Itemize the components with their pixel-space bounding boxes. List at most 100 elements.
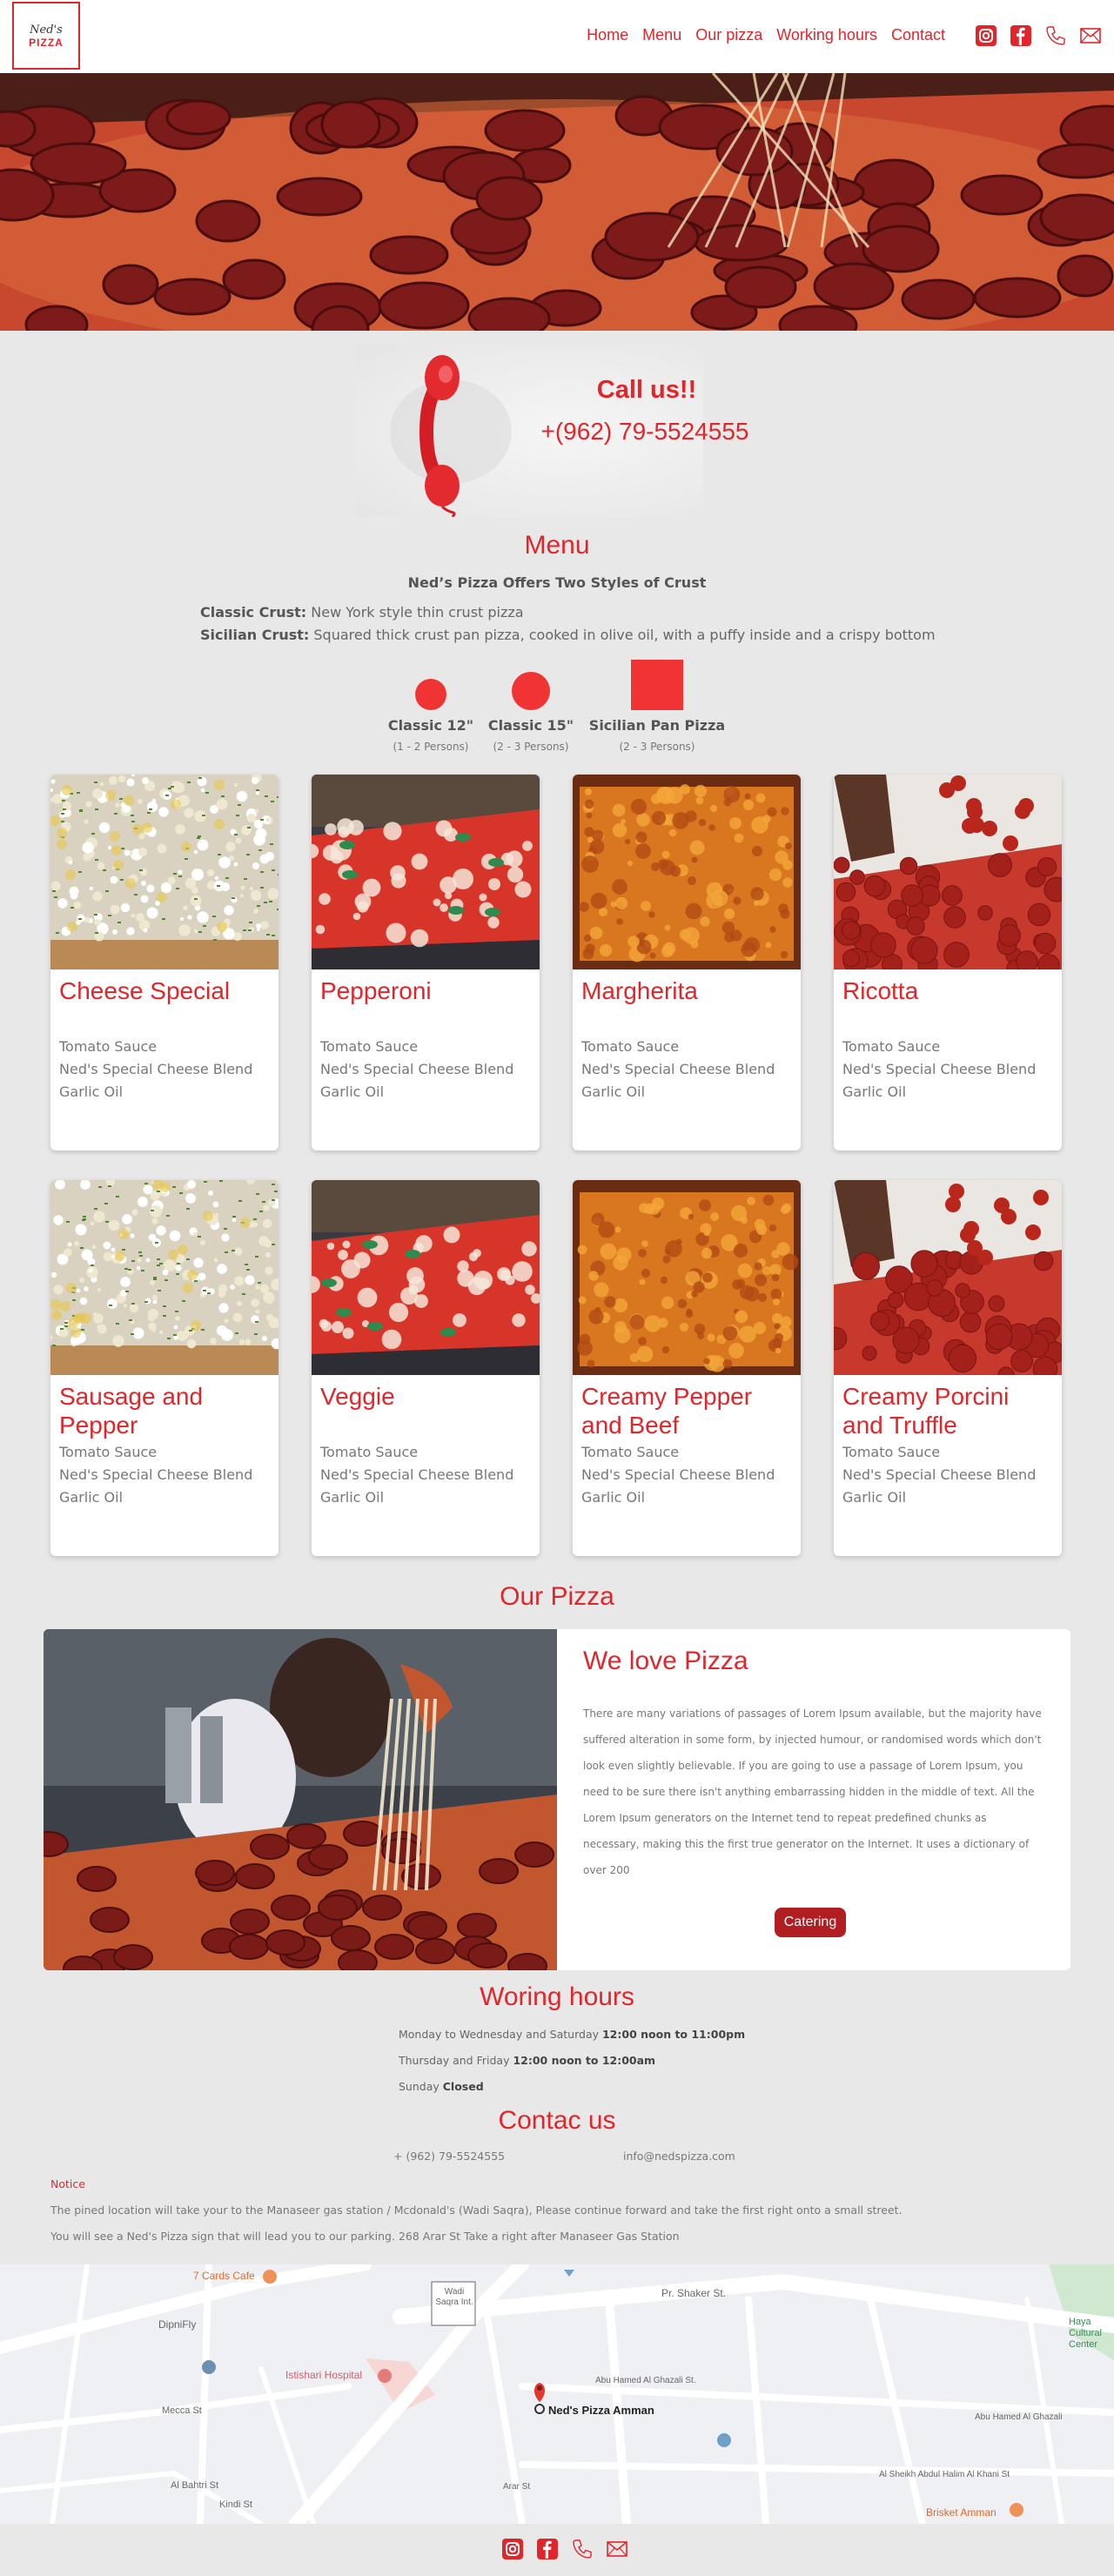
pizza-card[interactable]: Creamy Pepper and Beef Tomato Sauce Ned's … — [573, 1180, 801, 1556]
map-label: Mecca St — [162, 2405, 202, 2416]
size-persons: (2 - 3 Persons) — [619, 741, 695, 753]
pizza-name: Ricotta — [842, 977, 919, 1004]
pizza-ingredient: Tomato Sauce — [581, 1444, 680, 1460]
crust-desc: New York style thin crust pizza — [306, 604, 524, 621]
pizza-ingredient: Garlic Oil — [320, 1083, 385, 1100]
nav-social-icons — [975, 24, 1102, 47]
map-label: Haya Cultural Center — [1069, 2317, 1102, 2350]
size-circle-small-icon — [415, 679, 446, 710]
nav-working-hours[interactable]: Working hours — [776, 26, 877, 44]
pizza-card[interactable]: Margherita Tomato Sauce Ned's Special Chee… — [573, 775, 801, 1150]
hours-line: Thursday and Friday 12:00 noon to 12:00a… — [399, 2054, 655, 2067]
pizza-ingredient: Ned's Special Cheese Blend — [842, 1466, 1037, 1483]
crust-desc: Squared thick crust pan pizza, cooked in… — [309, 627, 936, 643]
mail-icon[interactable] — [1079, 24, 1102, 47]
contact-email[interactable]: info@nedspizza.com — [623, 2150, 735, 2163]
pizza-photo — [573, 775, 801, 969]
pizza-card[interactable]: Cheese Special Tomato Sauce Ned's Special … — [50, 775, 278, 1150]
logo-line1: Ned's — [30, 23, 63, 37]
notice-text: The pined location will take your to the… — [50, 2204, 903, 2217]
notice-label: Notice — [50, 2177, 85, 2190]
crust-sicilian: Sicilian Crust: Squared thick crust pan … — [200, 627, 936, 643]
pizza-card[interactable]: Ricotta Tomato Sauce Ned's Special Cheese … — [834, 775, 1062, 1150]
nav-home[interactable]: Home — [587, 26, 628, 44]
logo[interactable]: Ned's PIZZA — [12, 2, 80, 70]
catering-button[interactable]: Catering — [775, 1908, 846, 1937]
nav-our-pizza[interactable]: Our pizza — [695, 26, 762, 44]
phone-icon[interactable] — [1044, 24, 1067, 47]
map-label: Abu Hamed Al Ghazali St. — [595, 2376, 696, 2385]
map-label: Abu Hamed Al Ghazali — [975, 2412, 1063, 2422]
hours-days: Thursday and Friday — [399, 2054, 513, 2067]
facebook-icon[interactable] — [1010, 24, 1032, 47]
pizza-card[interactable]: Veggie Tomato Sauce Ned's Special Cheese B… — [312, 1180, 540, 1556]
nav-links: Home Menu Our pizza Working hours Contac… — [587, 26, 945, 44]
nav-contact[interactable]: Contact — [891, 26, 945, 44]
menu-section-title: Menu — [524, 531, 590, 560]
map-label: Al Sheikh Abdul Halim Al Khani St — [879, 2470, 1010, 2479]
working-hours-title: Woring hours — [480, 1982, 634, 2011]
our-pizza-heading: We love Pizza — [583, 1647, 748, 1675]
pizza-name: Cheese Special — [59, 977, 231, 1004]
map-label: Istishari Hospital — [285, 2369, 363, 2381]
call-us-phone[interactable]: +(962) 79-5524555 — [527, 418, 762, 446]
pizza-ingredient: Ned's Special Cheese Blend — [59, 1466, 253, 1483]
pizza-card[interactable]: Creamy Porcini and Truffle Tomato Sauce Ne… — [834, 1180, 1062, 1556]
hours-time: Closed — [442, 2080, 484, 2093]
pizza-ingredient: Tomato Sauce — [320, 1444, 419, 1460]
notice-text: You will see a Ned's Pizza sign that wil… — [50, 2230, 680, 2243]
pizza-ingredient: Ned's Special Cheese Blend — [842, 1061, 1037, 1077]
crust-name: Sicilian Crust: — [200, 627, 310, 643]
mail-icon[interactable] — [606, 2538, 628, 2560]
size-persons: (1 - 2 Persons) — [393, 741, 469, 753]
location-map[interactable]: 7 Cards Cafe DipniFly Istishari Hospital… — [0, 2264, 1114, 2524]
nav-menu[interactable]: Menu — [642, 26, 681, 44]
pizza-photo — [573, 1180, 801, 1375]
pizza-ingredient: Tomato Sauce — [842, 1038, 941, 1055]
map-label: Brisket Amman — [926, 2506, 997, 2519]
pizza-name: Creamy Porcini and Truffle — [842, 1383, 1010, 1439]
pizza-ingredient: Ned's Special Cheese Blend — [59, 1061, 253, 1077]
instagram-icon[interactable] — [501, 2538, 524, 2560]
footer — [0, 2524, 1114, 2576]
pizza-photo — [312, 775, 540, 969]
size-name: Classic 15" — [487, 717, 574, 734]
size-sicilian-pan: Sicilian Pan Pizza (2 - 3 Persons) — [583, 660, 731, 753]
pizza-ingredient: Garlic Oil — [842, 1083, 907, 1100]
pizza-name: Margherita — [581, 977, 698, 1004]
pizza-ingredient: Garlic Oil — [59, 1489, 124, 1506]
size-name: Sicilian Pan Pizza — [588, 717, 726, 734]
size-classic-12: Classic 12" (1 - 2 Persons) — [374, 670, 487, 753]
facebook-icon[interactable] — [536, 2538, 559, 2560]
pizza-ingredient: Garlic Oil — [581, 1489, 646, 1506]
pizza-ingredient: Garlic Oil — [581, 1083, 646, 1100]
pepperoni-pizza-photo — [0, 73, 1114, 331]
our-pizza-card: We love Pizza There are many variations … — [44, 1629, 1070, 1970]
hours-line: Monday to Wednesday and Saturday 12:00 n… — [399, 2028, 745, 2041]
phone-icon[interactable] — [571, 2538, 594, 2560]
pizza-ingredient: Tomato Sauce — [320, 1038, 419, 1055]
people-eating-pizza-photo — [44, 1629, 557, 1970]
pizza-ingredient: Tomato Sauce — [581, 1038, 680, 1055]
pizza-ingredient: Ned's Special Cheese Blend — [320, 1061, 514, 1077]
red-telephone-handset-icon — [390, 355, 512, 517]
crust-classic: Classic Crust: New York style thin crust… — [200, 604, 524, 621]
call-us-title: Call us!! — [596, 376, 697, 404]
map-label: Al Bahtri St — [171, 2480, 219, 2491]
hours-days: Sunday — [399, 2080, 443, 2093]
pizza-photo — [50, 1180, 278, 1375]
logo-line2: PIZZA — [29, 36, 64, 49]
contact-phone[interactable]: + (962) 79-5524555 — [393, 2150, 505, 2163]
size-name: Classic 12" — [387, 717, 474, 734]
instagram-icon[interactable] — [975, 24, 997, 47]
map-pin-label[interactable]: Ned's Pizza Amman — [548, 2404, 654, 2417]
pizza-card[interactable]: Sausage and Pepper Tomato Sauce Ned's Spec… — [50, 1180, 278, 1556]
pizza-photo — [50, 775, 278, 969]
pizza-card[interactable]: Pepperoni Tomato Sauce Ned's Special Chees… — [312, 775, 540, 1150]
map-label: Wadi Saqra Int. — [435, 2287, 473, 2307]
pizza-name: Sausage and Pepper — [59, 1383, 204, 1439]
hours-line: Sunday Closed — [399, 2080, 484, 2093]
map-label: Kindi St — [219, 2499, 252, 2510]
pizza-ingredient: Ned's Special Cheese Blend — [320, 1466, 514, 1483]
our-pizza-text: There are many variations of passages of… — [583, 1707, 1042, 1876]
